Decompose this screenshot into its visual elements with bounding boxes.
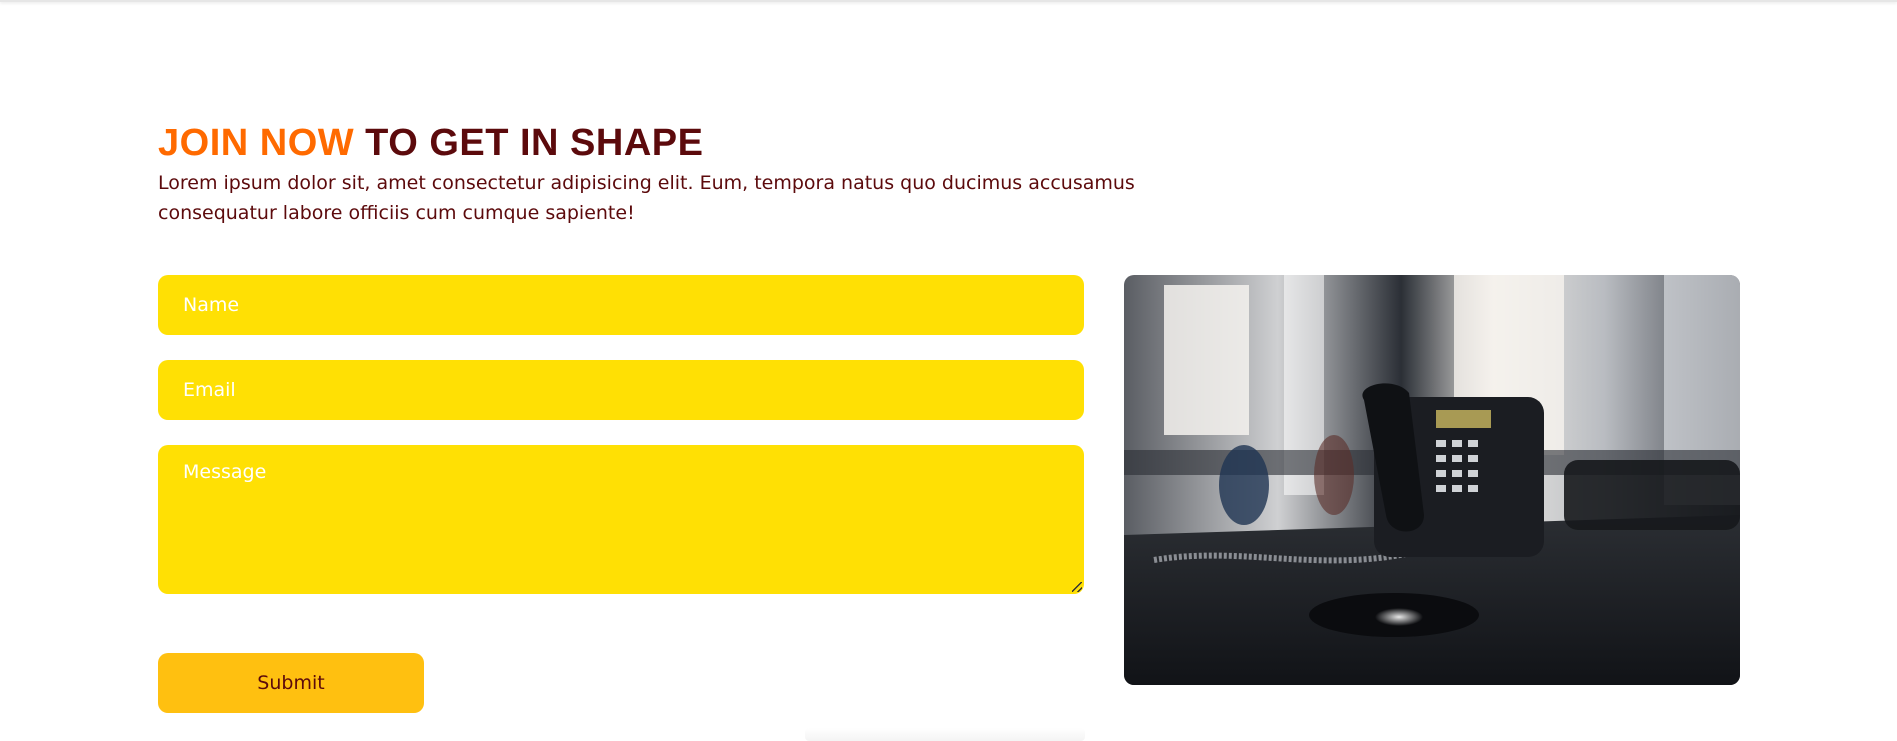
join-section: JOIN NOW TO GET IN SHAPE Lorem ipsum dol… bbox=[158, 118, 1740, 713]
heading-accent: JOIN NOW bbox=[158, 122, 355, 164]
email-input[interactable]: Email bbox=[158, 360, 1084, 420]
header-shadow bbox=[0, 0, 1897, 2]
office-phone-image bbox=[1124, 275, 1740, 685]
message-textarea[interactable]: Message bbox=[158, 445, 1084, 594]
name-placeholder: Name bbox=[183, 294, 240, 316]
heading-rest: TO GET IN SHAPE bbox=[354, 122, 704, 164]
submit-button[interactable]: Submit bbox=[158, 653, 424, 713]
bottom-fade bbox=[805, 728, 1085, 741]
intro-text: Lorem ipsum dolor sit, amet consectetur … bbox=[158, 172, 1135, 224]
content-row: Name Email Message Submit bbox=[158, 275, 1740, 715]
desk-phone-photo-icon bbox=[1124, 275, 1740, 685]
resize-grip-icon[interactable] bbox=[1072, 582, 1082, 592]
section-heading: JOIN NOW TO GET IN SHAPE bbox=[158, 118, 1740, 168]
name-input[interactable]: Name bbox=[158, 275, 1084, 335]
email-placeholder: Email bbox=[183, 379, 236, 401]
message-placeholder: Message bbox=[183, 461, 267, 483]
